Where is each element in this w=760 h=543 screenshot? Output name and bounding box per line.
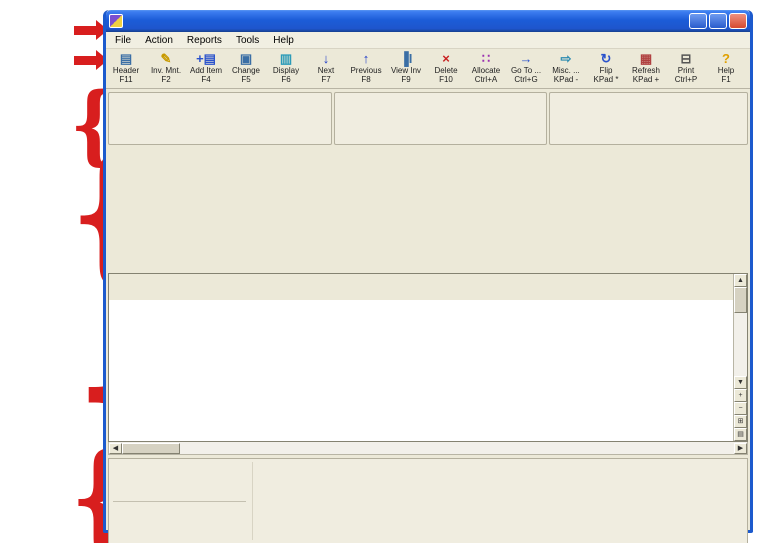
vertical-scrollbar[interactable]: ▲ ▼ + − ⊞ ▤: [733, 274, 747, 441]
horizontal-scroll-thumb[interactable]: [122, 443, 180, 454]
total-order-qty: [113, 501, 246, 540]
menu-item-file[interactable]: File: [108, 34, 138, 47]
pack-fields: [623, 462, 743, 540]
change-item-icon: ▣: [226, 51, 266, 66]
toolbar-inv-mnt-button[interactable]: ✎Inv. Mnt.F2: [146, 50, 186, 88]
goto-folder-icon: →: [506, 51, 546, 66]
toolbar-misc-button[interactable]: ⇨Misc. ...KPad -: [546, 50, 586, 88]
next-arrow-icon: ↓: [306, 51, 346, 66]
flip-refresh-icon: ↻: [586, 51, 626, 66]
grid-tool-plus-icon[interactable]: +: [734, 389, 747, 402]
previous-arrow-icon: ↑: [346, 51, 386, 66]
menu-item-reports[interactable]: Reports: [180, 34, 229, 47]
header-form-icon: ▤: [106, 51, 146, 66]
item-identity-block: [253, 462, 463, 540]
dc98-order-qty: [113, 462, 246, 501]
scroll-right-icon[interactable]: ▶: [734, 443, 747, 454]
order-grid: ▲ ▼ + − ⊞ ▤: [108, 273, 748, 442]
delete-icon: ×: [426, 51, 466, 66]
order-qty-block: [113, 462, 253, 540]
dc-totals-group: [334, 92, 546, 145]
history-labels: [106, 147, 162, 254]
toolbar-header-button[interactable]: ▤HeaderF11: [106, 50, 146, 88]
menu-bar: FileActionReportsToolsHelp: [106, 32, 750, 49]
grid-body: [109, 300, 733, 429]
grid-tool-sheet-icon[interactable]: ▤: [734, 428, 747, 441]
toolbar-add-item-button[interactable]: +▤Add ItemF4: [186, 50, 226, 88]
menu-item-tools[interactable]: Tools: [229, 34, 266, 47]
add-item-icon: +▤: [186, 51, 226, 66]
toolbar-flip-button[interactable]: ↻FlipKPad *: [586, 50, 626, 88]
po-header-group: [108, 92, 332, 145]
display-item-icon: ▥: [266, 51, 306, 66]
toolbar-go-to-button[interactable]: →Go To ...Ctrl+G: [506, 50, 546, 88]
print-icon: ⊟: [666, 51, 706, 66]
minimize-button[interactable]: [689, 13, 707, 29]
app-icon: [109, 14, 123, 28]
close-button[interactable]: [729, 13, 747, 29]
toolbar-previous-button[interactable]: ↑PreviousF8: [346, 50, 386, 88]
scroll-left-icon[interactable]: ◀: [109, 443, 122, 454]
toolbar-display-button[interactable]: ▥DisplayF6: [266, 50, 306, 88]
tab-strip: [106, 254, 750, 273]
grid-tool-grid-icon[interactable]: ⊞: [734, 415, 747, 428]
toolbar-delete-button[interactable]: ×DeleteF10: [426, 50, 466, 88]
grid-header-row: [109, 274, 733, 300]
toolbar: ▤HeaderF11✎Inv. Mnt.F2+▤Add ItemF4▣Chang…: [106, 49, 750, 89]
menu-item-help[interactable]: Help: [266, 34, 301, 47]
store-totals-group: [549, 92, 748, 145]
toolbar-help-button[interactable]: ?HelpF1: [706, 50, 746, 88]
view-inventory-icon: ▐I: [386, 51, 426, 66]
vertical-scroll-thumb[interactable]: [734, 287, 747, 313]
toolbar-refresh-button[interactable]: ▦RefreshKPad +: [626, 50, 666, 88]
refresh-grid-icon: ▦: [626, 51, 666, 66]
scroll-down-icon[interactable]: ▼: [734, 376, 747, 389]
toolbar-print-button[interactable]: ⊟PrintCtrl+P: [666, 50, 706, 88]
horizontal-scrollbar[interactable]: ◀ ▶: [108, 442, 748, 455]
cost-fields: [463, 462, 623, 540]
item-detail-panel: [108, 458, 748, 543]
header-totals: [106, 89, 750, 147]
menu-arrow-icon: [74, 26, 96, 35]
toolbar-next-button[interactable]: ↓NextF7: [306, 50, 346, 88]
grid-tool-minus-icon[interactable]: −: [734, 402, 747, 415]
toolbar-allocate-button[interactable]: ∷AllocateCtrl+A: [466, 50, 506, 88]
toolbar-change-button[interactable]: ▣ChangeF5: [226, 50, 266, 88]
misc-folder-icon: ⇨: [546, 51, 586, 66]
item-history-panel: [106, 147, 750, 254]
allocate-icon: ∷: [466, 51, 506, 66]
toolbar-arrow-icon: [74, 56, 96, 65]
screenshot-stage: { "annotations": { "menu": {"label": "Me…: [0, 0, 760, 543]
title-bar: [106, 10, 750, 32]
help-icon: ?: [706, 51, 746, 66]
inventory-edit-icon: ✎: [146, 51, 186, 66]
menu-item-action[interactable]: Action: [138, 34, 180, 47]
scroll-up-icon[interactable]: ▲: [734, 274, 747, 287]
toolbar-view-inv-button[interactable]: ▐IView InvF9: [386, 50, 426, 88]
app-window: FileActionReportsToolsHelp ▤HeaderF11✎In…: [103, 10, 753, 533]
maximize-button[interactable]: [709, 13, 727, 29]
